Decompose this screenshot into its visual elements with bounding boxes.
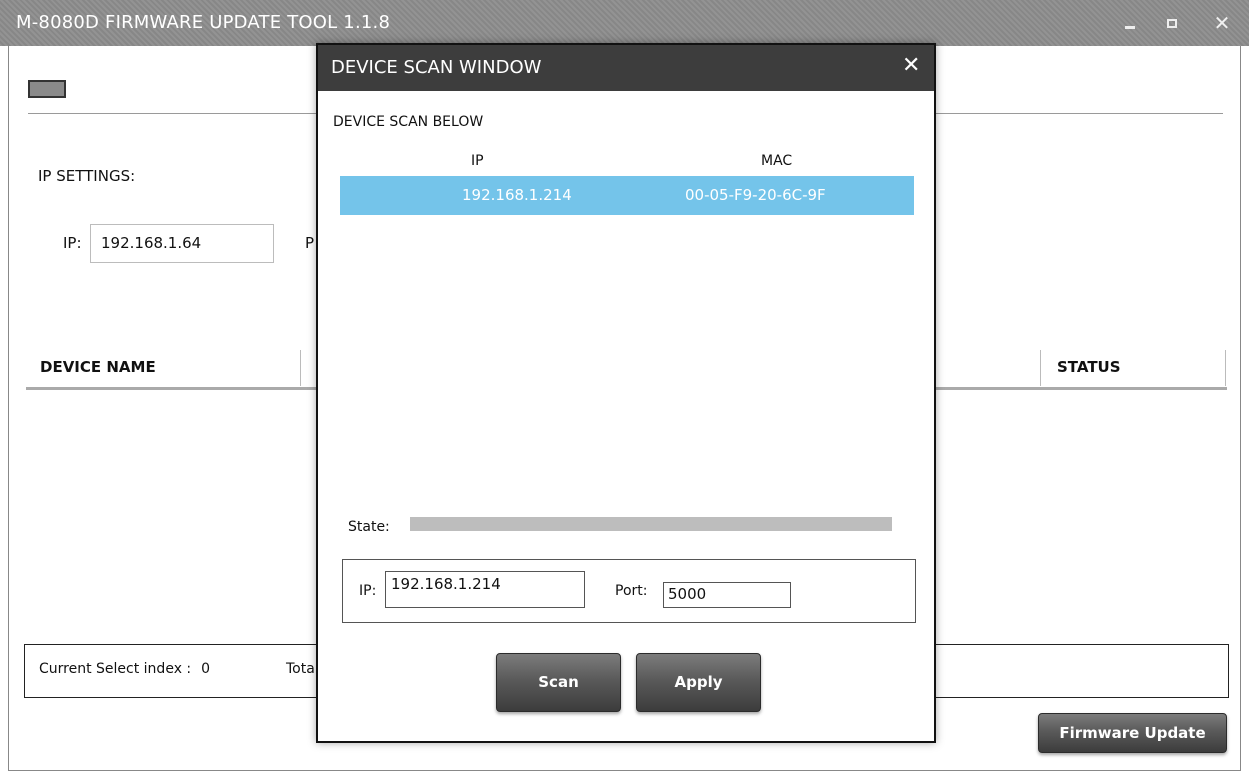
total-label: Tota (286, 661, 315, 677)
maximize-icon[interactable] (1152, 0, 1192, 46)
column-divider (1225, 350, 1226, 386)
dialog-title: DEVICE SCAN WINDOW (331, 57, 542, 78)
connection-settings: IP: 192.168.1.214 Port: 5000 (342, 559, 916, 623)
current-select-label: Current Select index : (39, 661, 192, 677)
column-header-ip: IP (471, 153, 484, 169)
dialog-ip-label: IP: (359, 583, 377, 599)
port-label: P (305, 234, 315, 252)
ip-field[interactable]: 192.168.1.64 (90, 224, 274, 263)
dialog-port-field[interactable]: 5000 (663, 582, 791, 608)
dialog-subtitle: DEVICE SCAN BELOW (333, 114, 484, 130)
tab-indicator[interactable] (28, 80, 66, 98)
state-label: State: (348, 519, 390, 535)
firmware-update-button[interactable]: Firmware Update (1038, 713, 1227, 753)
dialog-port-label: Port: (615, 583, 648, 599)
current-select-value: 0 (201, 661, 211, 677)
column-header-status[interactable]: STATUS (1057, 358, 1121, 376)
minimize-icon[interactable] (1110, 0, 1150, 46)
ip-settings-label: IP SETTINGS: (38, 167, 136, 185)
table-row[interactable]: 192.168.1.214 00-05-F9-20-6C-9F (340, 176, 914, 215)
device-scan-dialog: DEVICE SCAN WINDOW ✕ DEVICE SCAN BELOW I… (316, 43, 936, 743)
column-divider (300, 350, 301, 386)
row-ip: 192.168.1.214 (462, 186, 572, 204)
dialog-title-bar: DEVICE SCAN WINDOW ✕ (318, 45, 934, 91)
ip-label: IP: (63, 234, 82, 252)
column-header-device-name[interactable]: DEVICE NAME (40, 358, 156, 376)
title-bar: M-8080D FIRMWARE UPDATE TOOL 1.1.8 ✕ (0, 0, 1249, 46)
column-divider (1040, 350, 1041, 386)
column-header-mac: MAC (761, 153, 793, 169)
row-mac: 00-05-F9-20-6C-9F (685, 186, 826, 204)
close-icon[interactable]: ✕ (1202, 0, 1242, 46)
window-title: M-8080D FIRMWARE UPDATE TOOL 1.1.8 (16, 12, 391, 33)
scan-button[interactable]: Scan (496, 653, 621, 712)
state-progress-bar (410, 517, 892, 531)
apply-button[interactable]: Apply (636, 653, 761, 712)
dialog-ip-field[interactable]: 192.168.1.214 (385, 571, 585, 608)
current-select-index: Current Select index : 0 (39, 661, 210, 677)
close-icon[interactable]: ✕ (902, 53, 920, 78)
